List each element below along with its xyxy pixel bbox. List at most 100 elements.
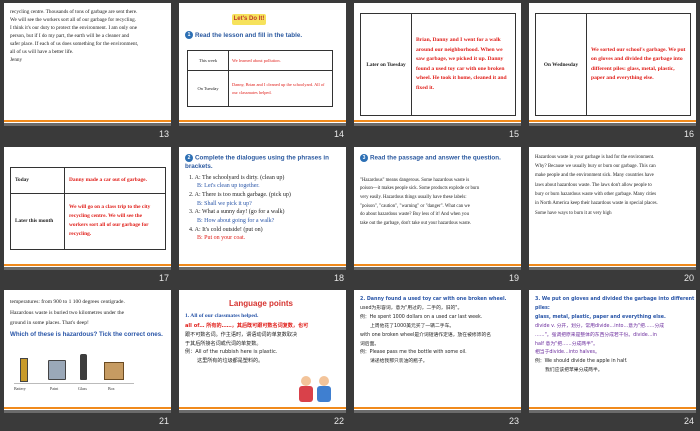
slide-17[interactable]: Today Danny made a car out of garbage. La… xyxy=(4,146,171,270)
info-table: On Wednesday We sorted our school's garba… xyxy=(535,13,691,116)
slide-heading: 1 Read the lesson and fill in the table. xyxy=(185,31,343,41)
table-cell: Later on Tuesday xyxy=(360,13,412,116)
slide-thumb-24[interactable]: 3. We put on gloves and divided the garb… xyxy=(525,287,700,431)
number-badge: 3 xyxy=(360,153,368,162)
slide-number: 19 xyxy=(508,272,519,283)
table-cell: This week xyxy=(187,50,229,71)
glass-label: Glass xyxy=(78,386,87,392)
info-table: Later on Tuesday Brian, Danny and I went … xyxy=(360,13,516,116)
slide-number: 23 xyxy=(508,416,519,427)
footer-bars xyxy=(529,119,696,126)
kids-illustration xyxy=(297,374,337,406)
slide-thumb-22[interactable]: Language points 1. All of our classmates… xyxy=(175,287,350,431)
number-badge: 1 xyxy=(185,31,193,40)
language-points-title: Language points xyxy=(229,299,293,309)
box-icon[interactable] xyxy=(104,362,124,381)
explanation-text: all of… 所有的……，其后既可跟可数名词复数，也可 跟不可数名词。作主语时… xyxy=(185,323,309,364)
fill-table: This week We learned about pollution. On … xyxy=(187,50,333,107)
dialogue-a: 4. A: It's cold outside! (put on) xyxy=(189,226,263,233)
slide-sorter: recycling centre. Thousands of tons of g… xyxy=(0,0,700,431)
battery-label: Battery xyxy=(14,386,26,392)
slide-thumb-13[interactable]: recycling centre. Thousands of tons of g… xyxy=(0,0,175,144)
slide-20[interactable]: Hazardous waste in your garbage is bad f… xyxy=(529,146,696,270)
dialogue-a: 2. A: There is too much garbage. (pick u… xyxy=(189,192,291,199)
table-cell: Later this month xyxy=(10,192,65,250)
slide-23[interactable]: 2. Danny found a used toy car with one b… xyxy=(354,290,521,414)
explanation-text: 2. Danny found a used toy car with one b… xyxy=(360,297,507,365)
footer-bars xyxy=(4,119,171,126)
slide-13[interactable]: recycling centre. Thousands of tons of g… xyxy=(4,3,171,126)
slide-heading: 3 Read the passage and answer the questio… xyxy=(360,153,518,163)
table-cell: Danny, Brian and I cleaned up the school… xyxy=(228,70,333,107)
slide-number: 21 xyxy=(158,416,169,427)
slide-thumb-17[interactable]: Today Danny made a car out of garbage. La… xyxy=(0,144,175,288)
slide-number: 18 xyxy=(333,272,344,283)
slide-thumb-14[interactable]: Let's Do It! 1 Read the lesson and fill i… xyxy=(175,0,350,144)
footer-bars xyxy=(529,263,696,270)
number-badge: 2 xyxy=(185,153,193,162)
slide-number: 17 xyxy=(158,272,169,283)
dialogue-a: 1. A: The schoolyard is dirty. (clean up… xyxy=(189,174,285,181)
slide-21[interactable]: temperatures: from 900 to 1 100 degrees … xyxy=(4,290,171,414)
passage-text: "Hazardous" means dangerous. Some hazard… xyxy=(360,177,480,226)
table-cell: We will go on a class trip to the city r… xyxy=(64,192,166,250)
slide-thumb-20[interactable]: Hazardous waste in your garbage is bad f… xyxy=(525,144,700,288)
paint-label: Paint xyxy=(50,386,59,392)
slide-thumb-21[interactable]: temperatures: from 900 to 1 100 degrees … xyxy=(0,287,175,431)
question-text: Which of these is hazardous? Tick the co… xyxy=(10,331,163,339)
slide-22[interactable]: Language points 1. All of our classmates… xyxy=(179,290,346,414)
battery-icon[interactable] xyxy=(20,358,28,383)
paint-can-icon[interactable] xyxy=(48,360,66,381)
hazard-images: Battery Paint Glass Box xyxy=(14,352,134,400)
footer-bars xyxy=(179,263,346,270)
slide-24[interactable]: 3. We put on gloves and divided the garb… xyxy=(529,290,696,414)
slide-number: 16 xyxy=(683,129,694,139)
passage-text: recycling centre. Thousands of tons of g… xyxy=(10,9,139,64)
dialogue-list: 1. A: The schoolyard is dirty. (clean up… xyxy=(189,174,343,244)
slide-number: 14 xyxy=(333,129,344,139)
slide-thumb-23[interactable]: 2. Danny found a used toy car with one b… xyxy=(350,287,525,431)
table-cell: We learned about pollution. xyxy=(228,50,333,71)
footer-bars xyxy=(354,406,521,414)
dialogue-b: B: Put on your coat. xyxy=(197,235,246,242)
glass-bottle-icon[interactable] xyxy=(80,354,87,381)
slide-14[interactable]: Let's Do It! 1 Read the lesson and fill i… xyxy=(179,3,346,126)
dialogue-b: B: How about going for a walk? xyxy=(197,218,275,225)
slide-number: 13 xyxy=(158,129,169,139)
slide-18[interactable]: 2 Complete the dialogues using the phrase… xyxy=(179,146,346,270)
slide-number: 15 xyxy=(508,129,519,139)
footer-bars xyxy=(529,406,696,414)
table-cell: On Tuesday xyxy=(187,70,229,107)
slide-number: 22 xyxy=(333,416,344,427)
lets-do-it-banner: Let's Do It! xyxy=(232,14,266,25)
passage-text: Hazardous waste in your garbage is bad f… xyxy=(535,154,658,216)
info-table: Today Danny made a car out of garbage. La… xyxy=(10,166,166,250)
footer-bars xyxy=(4,263,171,270)
slide-16[interactable]: On Wednesday We sorted our school's garba… xyxy=(529,3,696,126)
table-cell: Brian, Danny and I went for a walk aroun… xyxy=(411,13,516,116)
slide-15[interactable]: Later on Tuesday Brian, Danny and I went … xyxy=(354,3,521,126)
slide-thumb-18[interactable]: 2 Complete the dialogues using the phrase… xyxy=(175,144,350,288)
table-cell: On Wednesday xyxy=(535,13,587,116)
box-label: Box xyxy=(108,386,115,392)
table-cell: Danny made a car out of garbage. xyxy=(64,166,166,194)
slide-thumb-16[interactable]: On Wednesday We sorted our school's garba… xyxy=(525,0,700,144)
footer-bars xyxy=(179,119,346,126)
table-cell: Today xyxy=(10,166,65,194)
footer-bars xyxy=(4,406,171,414)
dialogue-b: B: Let's clean up together. xyxy=(197,183,260,190)
table-cell: We sorted our school's garbage. We put o… xyxy=(586,13,691,116)
slide-19[interactable]: 3 Read the passage and answer the questio… xyxy=(354,146,521,270)
slide-heading: 2 Complete the dialogues using the phrase… xyxy=(185,153,330,170)
explanation-text: 3. We put on gloves and divided the garb… xyxy=(535,297,695,374)
slide-thumb-19[interactable]: 3 Read the passage and answer the questio… xyxy=(350,144,525,288)
point-heading: 1. All of our classmates helped. xyxy=(185,313,259,320)
slide-number: 20 xyxy=(683,272,694,283)
dialogue-a: 3. A: What a sunny day! (go for a walk) xyxy=(189,209,285,216)
slide-number: 24 xyxy=(683,416,694,427)
footer-bars xyxy=(354,119,521,126)
dialogue-b: B: Shall we pick it up? xyxy=(197,200,252,207)
footer-bars xyxy=(354,263,521,270)
slide-thumb-15[interactable]: Later on Tuesday Brian, Danny and I went … xyxy=(350,0,525,144)
passage-text: temperatures: from 900 to 1 100 degrees … xyxy=(10,299,125,327)
